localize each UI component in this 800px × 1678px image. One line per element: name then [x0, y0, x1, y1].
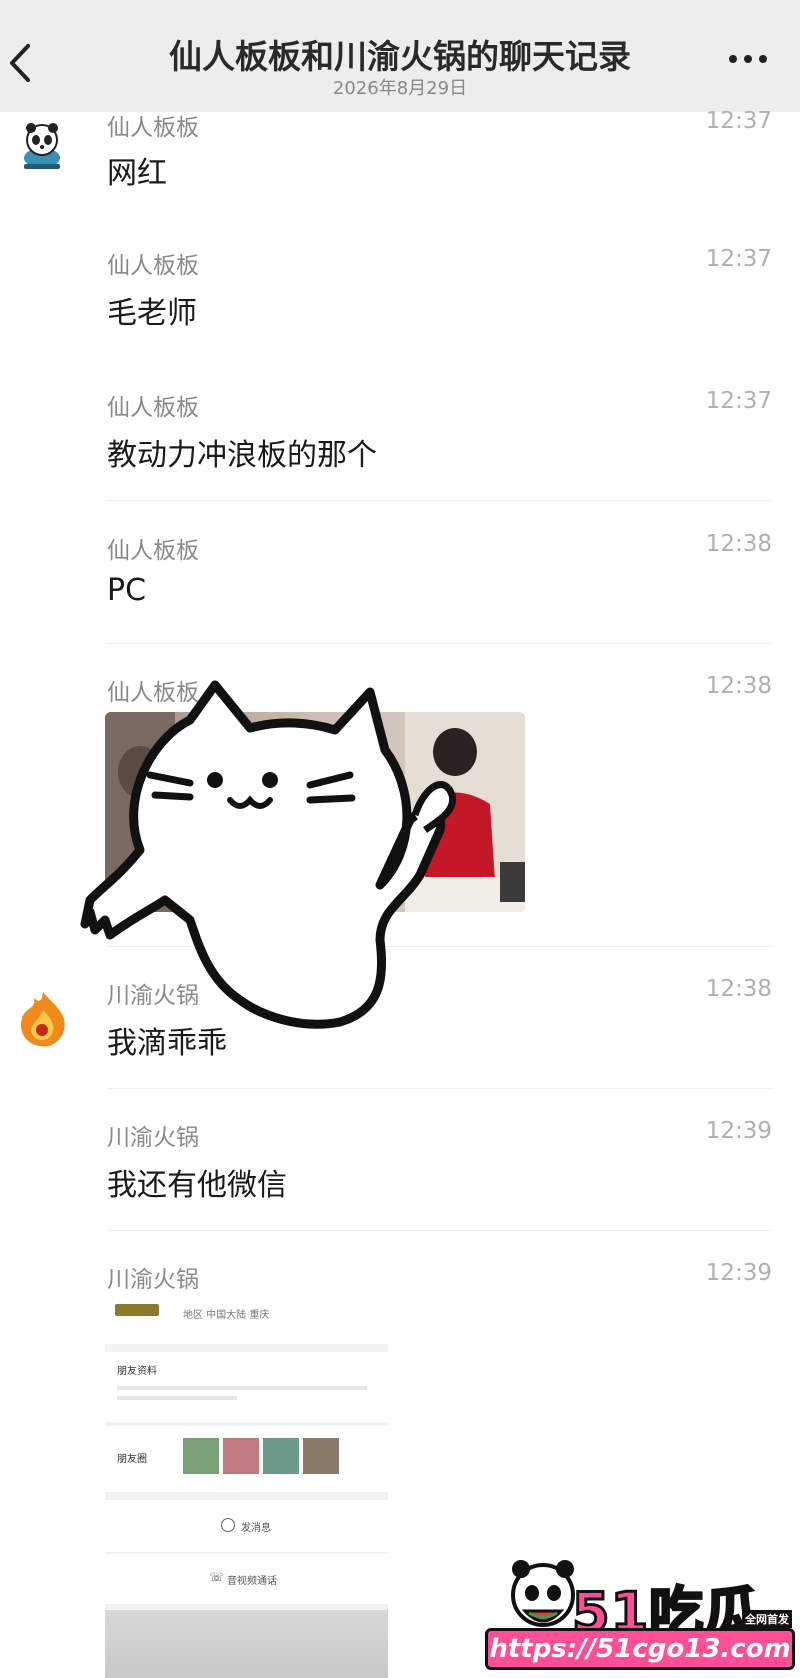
message-item[interactable]: 仙人板板 12:37 教动力冲浪板的那个 — [0, 388, 800, 508]
moments-thumb — [223, 1438, 259, 1474]
message-time: 12:37 — [705, 108, 772, 134]
message-time: 12:38 — [705, 673, 772, 699]
screenshot-moments-label: 朋友圈 — [117, 1454, 147, 1465]
message-item[interactable]: 仙人板板 12:37 网红 — [0, 104, 800, 224]
moments-thumb — [183, 1438, 219, 1474]
message-item[interactable]: 仙人板板 12:37 毛老师 — [0, 246, 800, 366]
screenshot-meta: 地区 中国大陆 重庆 — [183, 1310, 270, 1321]
message-item[interactable]: 川渝火锅 12:39 我还有他微信 — [0, 1118, 800, 1228]
message-item[interactable]: 仙人板板 12:38 PC — [0, 531, 800, 641]
message-text: PC — [107, 573, 147, 608]
phone-icon: ☏ — [209, 1570, 225, 1584]
message-text: 教动力冲浪板的那个 — [107, 438, 377, 473]
message-sender: 仙人板板 — [107, 115, 199, 141]
screenshot-top-row: 地区 中国大陆 重庆 — [105, 1300, 388, 1344]
message-divider — [107, 643, 772, 644]
message-divider — [107, 500, 772, 501]
screenshot-bottom-bar — [105, 1610, 388, 1678]
message-text: 我还有他微信 — [107, 1168, 287, 1203]
screenshot-profile-row: 朋友资料 — [105, 1352, 388, 1422]
screenshot-profile-label: 朋友资料 — [117, 1366, 157, 1377]
more-dots-icon[interactable] — [726, 52, 770, 66]
message-divider — [107, 1088, 772, 1089]
message-time: 12:37 — [705, 246, 772, 272]
page-title: 仙人板板和川渝火锅的聊天记录 — [169, 37, 631, 76]
screenshot-send-message: 发消息 — [241, 1523, 271, 1534]
watermark-url[interactable]: https://51cgo13.com — [485, 1628, 795, 1670]
screenshot-moments-row: 朋友圈 — [105, 1426, 388, 1492]
chat-bubble-icon — [221, 1518, 235, 1532]
message-sender: 川渝火锅 — [107, 1267, 199, 1293]
message-time: 12:38 — [705, 976, 772, 1002]
message-sender: 仙人板板 — [107, 538, 199, 564]
moments-thumb — [303, 1438, 339, 1474]
message-item[interactable]: 川渝火锅 12:39 — [0, 1260, 800, 1300]
screenshot-blur-line — [117, 1396, 237, 1400]
message-time: 12:39 — [705, 1118, 772, 1144]
screenshot-call-row: ☏ 音视频通话 — [105, 1554, 388, 1604]
message-sender: 仙人板板 — [107, 253, 199, 279]
message-sender: 川渝火锅 — [107, 1125, 199, 1151]
message-sender: 仙人板板 — [107, 395, 199, 421]
screenshot-video-call: 音视频通话 — [227, 1576, 277, 1587]
chat-date: 2026年8月29日 — [332, 78, 468, 99]
message-time: 12:37 — [705, 388, 772, 414]
message-text: 网红 — [107, 156, 167, 191]
moments-thumb — [263, 1438, 299, 1474]
cat-sticker-icon — [80, 680, 457, 1029]
watermark-badge: 全网首发 — [742, 1610, 792, 1628]
screenshot-blur-line — [117, 1386, 367, 1390]
message-time: 12:38 — [705, 531, 772, 557]
chat-history-header: 仙人板板和川渝火锅的聊天记录 2026年8月29日 — [0, 0, 800, 112]
message-screenshot[interactable]: 地区 中国大陆 重庆 朋友资料 朋友圈 发消息 ☏ 音视频通话 — [105, 1300, 388, 1678]
screenshot-tag — [115, 1304, 159, 1316]
screenshot-send-row: 发消息 — [105, 1500, 388, 1552]
message-divider — [107, 1230, 772, 1231]
message-text: 毛老师 — [107, 296, 197, 331]
message-time: 12:39 — [705, 1260, 772, 1286]
